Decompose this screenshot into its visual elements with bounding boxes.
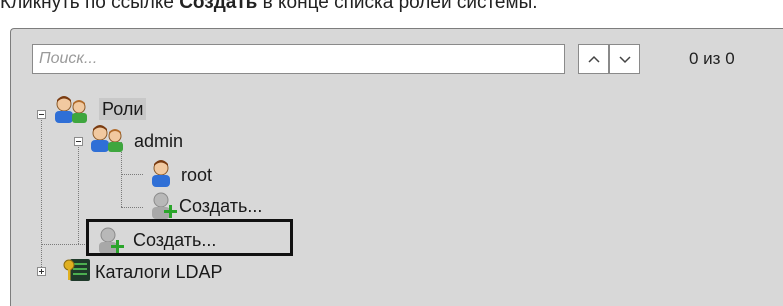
add-user-icon [152,192,177,219]
tree-connector [41,244,87,245]
expand-ldap-toggle[interactable] [37,267,46,276]
collapse-roles-toggle[interactable] [37,110,46,119]
tree-item-roles[interactable]: Роли [99,98,147,120]
user-icon [152,160,170,187]
instruction-bold: Создать [179,0,258,13]
users-icon [55,96,87,123]
instruction-after: в конце списка ролей системы. [257,0,538,13]
tree-item-root[interactable]: root [181,164,212,186]
instruction-text: Кликнуть по ссылке Создать в конце списк… [0,0,538,14]
tree-connector [78,142,79,244]
create-user-link[interactable]: Создать... [179,195,262,217]
ldap-catalog-icon [63,259,90,281]
users-icon [91,125,123,152]
tree-connector [121,174,143,175]
tree-connector [121,207,143,208]
roles-panel: Поиск... 0 из 0 Роли admin root Создать.… [10,28,783,306]
tree-item-ldap[interactable]: Каталоги LDAP [95,261,223,283]
tree-connector [41,115,42,273]
highlight-frame [86,219,293,256]
instruction-before: Кликнуть по ссылке [0,0,180,13]
collapse-admin-toggle[interactable] [74,137,83,146]
roles-tree: Роли admin root Создать... Создать... Ка… [11,29,783,306]
tree-item-admin[interactable]: admin [134,130,183,152]
